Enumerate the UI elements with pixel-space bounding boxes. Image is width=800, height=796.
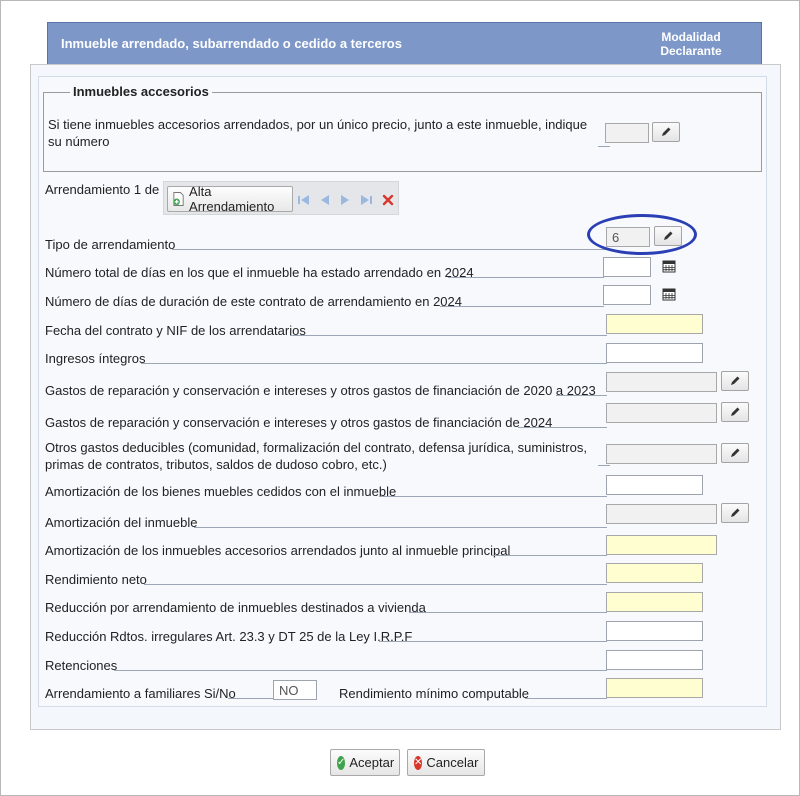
rend-minimo-input[interactable] xyxy=(606,678,703,698)
accept-button[interactable]: ✓ Aceptar xyxy=(330,749,400,776)
underline xyxy=(379,496,607,497)
amort-muebles-input[interactable] xyxy=(606,475,703,495)
pencil-icon xyxy=(731,376,740,385)
retenciones-label: Retenciones xyxy=(45,658,118,673)
reduccion-vivienda-input[interactable] xyxy=(606,592,703,612)
reduccion-irregulares-label: Reducción Rdtos. irregulares Art. 23.3 y… xyxy=(45,629,413,644)
otros-gastos-input[interactable] xyxy=(606,444,717,464)
underline xyxy=(144,584,607,585)
amort-inmueble-input[interactable] xyxy=(606,504,717,524)
underline xyxy=(598,465,610,466)
calendar-icon xyxy=(662,260,676,273)
gastos-2024-input[interactable] xyxy=(606,403,717,423)
ingresos-label: Ingresos íntegros xyxy=(45,351,146,366)
underline xyxy=(194,527,607,528)
fecha-nif-label: Fecha del contrato y NIF de los arrendat… xyxy=(45,323,306,338)
underline xyxy=(379,641,607,642)
rend-minimo-label: Rendimiento mínimo computable xyxy=(339,686,530,701)
accesorios-question: Si tiene inmuebles accesorios arrendados… xyxy=(48,117,588,149)
familiares-input[interactable] xyxy=(273,680,317,700)
edit-otros-gastos-button[interactable] xyxy=(721,443,749,463)
dialog-header: Inmueble arrendado, subarrendado o cedid… xyxy=(47,22,762,66)
previous-record-icon[interactable] xyxy=(318,193,332,207)
rendimiento-neto-input[interactable] xyxy=(606,563,703,583)
dias-total-input[interactable] xyxy=(603,257,651,277)
underline xyxy=(114,670,607,671)
edit-gastos-2020-2023-button[interactable] xyxy=(721,371,749,391)
underline xyxy=(172,249,607,250)
pencil-icon xyxy=(731,448,740,457)
pencil-icon xyxy=(662,127,671,136)
underline xyxy=(448,277,604,278)
gastos-2020-2023-input[interactable] xyxy=(606,372,717,392)
calendar-icon xyxy=(662,288,676,301)
retenciones-input[interactable] xyxy=(606,650,703,670)
edit-gastos-2024-button[interactable] xyxy=(721,402,749,422)
accept-label: Aceptar xyxy=(349,755,395,770)
dias-total-label: Número total de días en los que el inmue… xyxy=(45,265,474,280)
amort-muebles-label: Amortización de los bienes muebles cedid… xyxy=(45,484,397,499)
highlight-circle xyxy=(587,214,697,255)
next-record-icon[interactable] xyxy=(338,193,352,207)
underline xyxy=(518,427,607,428)
amort-inmueble-label: Amortización del inmueble xyxy=(45,515,198,530)
amort-accesorios-label: Amortización de los inmuebles accesorios… xyxy=(45,543,511,558)
underline xyxy=(409,612,607,613)
rendimiento-neto-label: Rendimiento neto xyxy=(45,572,147,587)
arrendamiento-counter: Arrendamiento 1 de 1 xyxy=(45,182,171,197)
edit-accesorios-button[interactable] xyxy=(652,122,680,142)
reduccion-vivienda-label: Reducción por arrendamiento de inmuebles… xyxy=(45,600,426,615)
cancel-button[interactable]: ✕ Cancelar xyxy=(407,749,485,776)
check-icon: ✓ xyxy=(337,755,346,770)
cancel-icon: ✕ xyxy=(414,755,423,770)
reduccion-irregulares-input[interactable] xyxy=(606,621,703,641)
last-record-icon[interactable] xyxy=(359,193,373,207)
pencil-icon xyxy=(731,508,740,517)
delete-record-icon[interactable] xyxy=(381,193,395,207)
underline xyxy=(598,146,610,147)
ingresos-input[interactable] xyxy=(606,343,703,363)
underline xyxy=(290,335,607,336)
first-record-icon[interactable] xyxy=(297,193,311,207)
dias-total-calendar-button[interactable] xyxy=(657,256,681,276)
fecha-nif-input[interactable] xyxy=(606,314,703,334)
alta-arrendamiento-label: Alta Arrendamiento xyxy=(189,184,275,214)
dias-contrato-calendar-button[interactable] xyxy=(657,284,681,304)
add-document-icon xyxy=(173,192,184,206)
underline xyxy=(228,698,274,699)
accesorios-number-input[interactable] xyxy=(605,123,649,143)
tipo-label: Tipo de arrendamiento xyxy=(45,237,176,252)
cancel-label: Cancelar xyxy=(426,755,479,770)
dias-contrato-label: Número de días de duración de este contr… xyxy=(45,294,462,309)
underline xyxy=(525,698,607,699)
underline xyxy=(440,306,604,307)
otros-gastos-label: Otros gastos deducibles (comunidad, form… xyxy=(45,440,587,472)
alta-arrendamiento-button[interactable]: Alta Arrendamiento xyxy=(167,184,293,214)
pencil-icon xyxy=(731,407,740,416)
underline xyxy=(491,555,607,556)
gastos-2024-label: Gastos de reparación y conservación e in… xyxy=(45,415,553,430)
amort-accesorios-input[interactable] xyxy=(606,535,717,555)
dialog-title: Inmueble arrendado, subarrendado o cedid… xyxy=(61,36,402,51)
accesorios-legend: Inmuebles accesorios xyxy=(70,84,212,99)
dias-contrato-input[interactable] xyxy=(603,285,651,305)
edit-amort-inmueble-button[interactable] xyxy=(721,503,749,523)
mode-label: Modalidad Declarante xyxy=(660,30,722,58)
gastos-2020-2023-label: Gastos de reparación y conservación e in… xyxy=(45,383,596,398)
underline xyxy=(141,363,607,364)
underline xyxy=(556,395,607,396)
familiares-label: Arrendamiento a familiares Si/No xyxy=(45,686,236,701)
